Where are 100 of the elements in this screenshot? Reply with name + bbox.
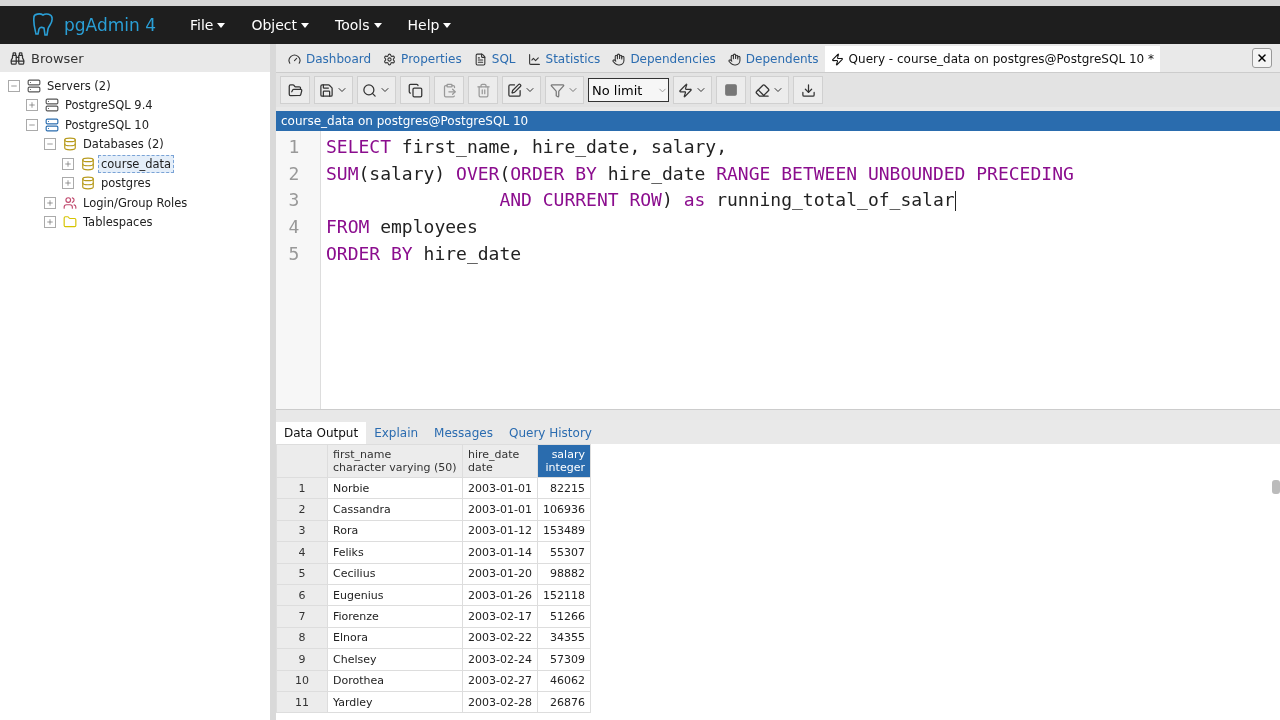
tab[interactable]: Dependents — [721, 46, 825, 72]
save-button[interactable] — [314, 76, 353, 104]
open-file-button[interactable] — [280, 76, 310, 104]
row-number: 2 — [276, 498, 328, 521]
expand-toggle-icon[interactable] — [62, 157, 74, 170]
server-icon — [45, 98, 59, 113]
filter-button[interactable] — [545, 76, 584, 104]
menu-item[interactable]: File — [190, 17, 226, 33]
caret-icon — [443, 22, 452, 28]
gear-icon — [383, 52, 397, 66]
line-number: 4 — [287, 215, 301, 240]
table-cell: Chelsey — [327, 648, 463, 670]
delete-button[interactable] — [468, 76, 498, 104]
edit-button[interactable] — [502, 76, 541, 104]
table-cell: Fiorenze — [327, 605, 463, 628]
filter-icon — [550, 82, 565, 98]
copy-icon — [407, 82, 423, 98]
row-number: 3 — [276, 520, 328, 542]
tree-item[interactable]: Servers (2) — [44, 76, 114, 95]
menu-item[interactable]: Tools — [335, 17, 382, 33]
table-cell: Rora — [327, 520, 463, 542]
database-icon — [81, 156, 95, 171]
expand-toggle-icon[interactable] — [44, 138, 56, 151]
lightning-icon — [830, 52, 844, 66]
tab[interactable]: Query - course_data on postgres@PostgreSQL 10 * — [824, 46, 1160, 72]
download-button[interactable] — [793, 76, 823, 104]
binoculars-icon — [10, 50, 25, 66]
execute-button[interactable] — [673, 76, 712, 104]
stop-button[interactable] — [716, 76, 746, 104]
copy-button[interactable] — [400, 76, 430, 104]
table-cell: Eugenius — [327, 584, 463, 606]
search-icon — [362, 82, 377, 98]
table-cell: 82215 — [537, 477, 591, 499]
stop-icon — [724, 83, 738, 97]
row-limit-select[interactable]: No limit — [588, 78, 669, 102]
brand-name: pgAdmin 4 — [64, 15, 156, 35]
table-cell: 2003-01-14 — [462, 541, 538, 564]
database-icon — [81, 176, 95, 191]
line-number: 2 — [287, 161, 301, 186]
table-cell: 2003-02-17 — [462, 605, 538, 628]
tab[interactable]: Explain — [366, 422, 427, 444]
tab[interactable]: Properties — [377, 46, 468, 72]
clear-button[interactable] — [750, 76, 789, 104]
tree-item[interactable]: Login/Group Roles — [80, 193, 191, 212]
column-header[interactable]: first_name character varying (50) — [327, 444, 463, 478]
table-cell: 2003-02-24 — [462, 648, 538, 670]
table-cell: 2003-02-22 — [462, 627, 538, 649]
tab[interactable]: Query History — [500, 422, 600, 444]
connection-bar: course_data on postgres@PostgreSQL 10 — [276, 111, 1280, 131]
database-icon — [63, 137, 77, 152]
column-header[interactable]: hire_date date — [462, 444, 538, 478]
tree-item[interactable]: PostgreSQL 10 — [62, 115, 152, 134]
hand-icon — [612, 52, 626, 66]
tab[interactable]: SQL — [467, 46, 522, 72]
row-number: 10 — [276, 670, 328, 692]
line-number: 1 — [287, 135, 301, 159]
tree-item[interactable]: postgres — [98, 174, 154, 193]
row-number: 6 — [276, 584, 328, 606]
table-cell: Cassandra — [327, 498, 463, 521]
row-number: 9 — [276, 648, 328, 670]
chart-icon — [527, 52, 541, 66]
tab[interactable]: Data Output — [276, 422, 367, 444]
table-cell: 2003-02-28 — [462, 691, 538, 713]
code-editor[interactable]: SELECT first_name, hire_date, salary, SUM(salary) OVER(ORDER BY hire_date RANGE BETWEEN UNBOUNDED PRECEDING AND CURRENT ROW) as running_total_of_salar FROM employees ORDER BY hire_date — [321, 131, 1074, 409]
hand-icon — [727, 52, 741, 66]
line-number: 3 — [287, 188, 301, 213]
pencil-icon — [507, 82, 522, 98]
menu-item[interactable]: Object — [251, 17, 310, 33]
close-button[interactable] — [1252, 48, 1272, 68]
table-cell: 106936 — [537, 498, 591, 521]
search-button[interactable] — [357, 76, 396, 104]
close-icon — [1256, 52, 1268, 64]
expand-toggle-icon[interactable] — [44, 196, 56, 209]
tab[interactable]: Statistics — [521, 46, 607, 72]
server-icon — [27, 78, 41, 93]
table-cell: Dorothea — [327, 670, 463, 692]
tree-item[interactable]: course_data — [98, 154, 175, 173]
table-cell: 46062 — [537, 670, 591, 692]
expand-toggle-icon[interactable] — [8, 79, 20, 92]
tab[interactable]: Dashboard — [282, 46, 378, 72]
tree-item[interactable]: Tablespaces — [80, 213, 156, 232]
caret-icon — [373, 22, 382, 28]
expand-toggle-icon[interactable] — [26, 99, 38, 112]
tree-item[interactable]: Databases (2) — [80, 135, 167, 154]
table-cell: 26876 — [537, 691, 591, 713]
save-icon — [319, 82, 334, 98]
expand-toggle-icon[interactable] — [62, 177, 74, 190]
table-cell: Norbie — [327, 477, 463, 499]
menu-item[interactable]: Help — [407, 17, 452, 33]
tree-item[interactable]: PostgreSQL 9.4 — [62, 96, 156, 115]
line-number: 5 — [287, 241, 301, 266]
row-number: 7 — [276, 605, 328, 628]
lightning-icon — [678, 82, 693, 98]
column-header[interactable]: salary integer — [537, 444, 591, 478]
tab[interactable]: Dependencies — [606, 46, 722, 72]
expand-toggle-icon[interactable] — [44, 216, 56, 229]
tab[interactable]: Messages — [426, 422, 501, 444]
expand-toggle-icon[interactable] — [26, 118, 38, 131]
scrollbar[interactable] — [1272, 480, 1280, 494]
download-icon — [800, 82, 816, 98]
